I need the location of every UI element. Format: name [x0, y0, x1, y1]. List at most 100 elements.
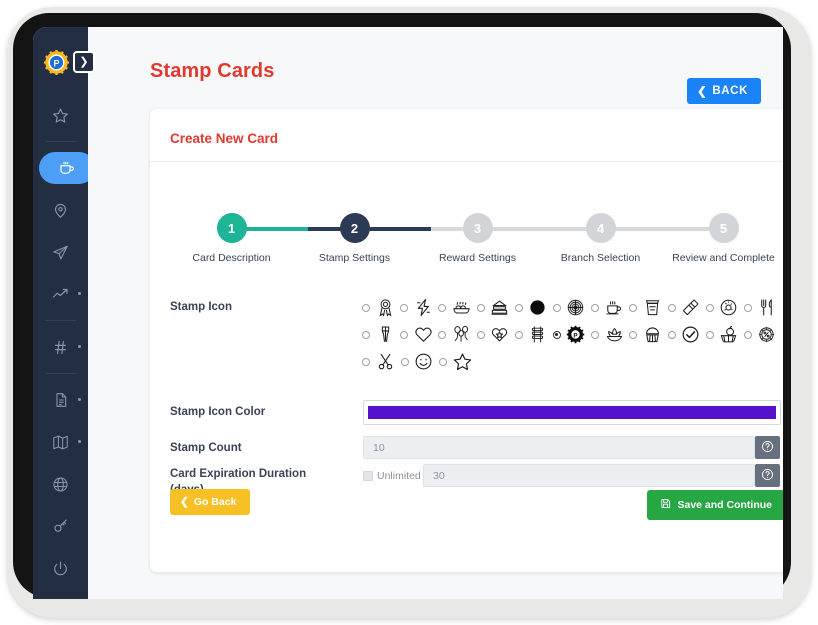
radio-fruit-basket[interactable]: [705, 330, 714, 339]
heart-star-icon: [489, 324, 511, 346]
radio-balloons[interactable]: [438, 330, 447, 339]
radio-star-outline[interactable]: [439, 357, 447, 366]
radio-smiley[interactable]: [400, 357, 409, 366]
sidebar-item-logout[interactable]: [33, 552, 88, 584]
sidebar-item-favorites[interactable]: [33, 99, 88, 131]
radio-comb[interactable]: [667, 303, 676, 312]
svg-text:P: P: [53, 58, 59, 68]
sidebar-item-campaigns[interactable]: [33, 236, 88, 268]
radio-togo-cup[interactable]: [629, 303, 638, 312]
radio-skewer[interactable]: [514, 330, 523, 339]
radio-percent-badge[interactable]: [743, 330, 752, 339]
step-1[interactable]: 1 Card Description: [170, 213, 293, 264]
stamp-icon-option-heart-star[interactable]: [476, 324, 515, 346]
clothespin-icon: [374, 324, 396, 346]
stamp-icon-option-lightning[interactable]: [400, 297, 438, 319]
heart-icon: [412, 324, 434, 346]
hash-icon: [52, 339, 69, 356]
scissors-icon: [374, 351, 396, 373]
radio-cupcake[interactable]: [629, 330, 638, 339]
stamp-icon-option-skewer[interactable]: [514, 324, 553, 346]
radio-heart[interactable]: [400, 330, 409, 339]
back-button[interactable]: ❮ BACK: [687, 78, 761, 104]
radio-coffee-cup-steam[interactable]: [591, 303, 600, 312]
chevron-left-icon: ❮: [697, 86, 708, 98]
sidebar-item-stamp-cards[interactable]: [39, 152, 95, 184]
save-and-continue-button[interactable]: Save and Continue: [647, 490, 783, 520]
stamp-icon-option-donut[interactable]: [705, 297, 744, 319]
step-3[interactable]: 3 Reward Settings: [416, 213, 539, 264]
stamp-icon-option-dartboard[interactable]: [552, 297, 591, 319]
card-expiration-input[interactable]: 30: [423, 464, 755, 487]
stamp-icon-option-togo-cup[interactable]: [629, 297, 667, 319]
unlimited-checkbox-wrap[interactable]: Unlimited: [363, 470, 421, 482]
step-5[interactable]: 5 Review and Complete: [662, 213, 783, 264]
stamp-icon-option-coffee-cup-steam[interactable]: [591, 297, 629, 319]
stamp-icon-option-heart[interactable]: [400, 324, 438, 346]
step-4[interactable]: 4 Branch Selection: [539, 213, 662, 264]
star-outline-icon: [451, 351, 473, 373]
stamp-icon-row-3: [362, 348, 782, 375]
stamp-count-help-button[interactable]: [755, 436, 780, 459]
stamp-icon-option-percent-badge[interactable]: [743, 324, 782, 346]
radio-scissors[interactable]: [362, 357, 370, 366]
radio-heart-star[interactable]: [476, 330, 485, 339]
stamp-icon-option-bread[interactable]: [438, 297, 476, 319]
stamp-icon-option-clothespin[interactable]: [362, 324, 400, 346]
step-3-number: 3: [473, 220, 482, 236]
stamp-icon-color-swatch: [368, 406, 776, 419]
sidebar-divider: [45, 320, 76, 321]
sidebar-item-map[interactable]: [33, 426, 88, 458]
filled-circle-icon: [527, 297, 549, 319]
sidebar-expand-button[interactable]: ❯: [73, 51, 95, 73]
unlimited-checkbox[interactable]: [363, 471, 373, 481]
stamp-icon-option-fruit-basket[interactable]: [705, 324, 744, 346]
stamp-count-input[interactable]: 10: [363, 436, 755, 459]
sidebar-item-permissions[interactable]: [33, 510, 88, 542]
radio-fork-knife[interactable]: [743, 303, 752, 312]
radio-filled-circle[interactable]: [514, 303, 523, 312]
bread-loaf-icon: [450, 297, 472, 319]
radio-lotus[interactable]: [591, 330, 600, 339]
p-badge-logo[interactable]: P: [44, 50, 69, 75]
stamp-icon-option-award-ribbon[interactable]: [362, 297, 400, 319]
stamp-icon-option-filled-circle[interactable]: [514, 297, 553, 319]
stamp-icon-option-fork-knife[interactable]: [743, 297, 782, 319]
stamp-icon-option-cupcake[interactable]: [629, 324, 667, 346]
radio-clothespin[interactable]: [362, 330, 370, 339]
stamp-icon-option-cake[interactable]: [476, 297, 515, 319]
stamp-icon-option-lotus[interactable]: [591, 324, 629, 346]
card-expiration-help-button[interactable]: [755, 464, 780, 487]
sidebar-item-tags[interactable]: [33, 331, 88, 363]
stamp-icon-option-p-logo[interactable]: P: [552, 324, 591, 346]
radio-p-logo[interactable]: [552, 330, 561, 339]
radio-donut[interactable]: [705, 303, 714, 312]
radio-cake[interactable]: [476, 303, 485, 312]
sidebar-item-language[interactable]: [33, 468, 88, 500]
stamp-icon-option-check-circle[interactable]: [667, 324, 706, 346]
sidebar-nav-list: [33, 99, 95, 594]
stamp-icon-option-balloons[interactable]: [438, 324, 476, 346]
sidebar-item-branches[interactable]: [33, 194, 88, 226]
brand-row: P ❯: [33, 46, 95, 78]
radio-award-ribbon[interactable]: [362, 303, 370, 312]
lightning-bolt-icon: [412, 297, 434, 319]
stamp-icon-color-input[interactable]: [363, 400, 781, 425]
step-2[interactable]: 2 Stamp Settings: [293, 213, 416, 264]
step-line-2-3a: [370, 227, 431, 231]
radio-check-circle[interactable]: [667, 330, 676, 339]
step-line-1-2a: [246, 227, 308, 231]
trending-up-icon: [52, 285, 70, 303]
stamp-icon-option-comb[interactable]: [667, 297, 706, 319]
stamp-icon-option-smiley[interactable]: [400, 351, 440, 373]
stamp-icon-option-star-outline[interactable]: [439, 351, 478, 373]
sidebar-item-reports[interactable]: [33, 278, 88, 310]
stamp-icon-option-scissors[interactable]: [362, 351, 401, 373]
radio-bread[interactable]: [438, 303, 447, 312]
radio-lightning[interactable]: [400, 303, 409, 312]
sidebar-item-documents[interactable]: [33, 384, 88, 416]
go-back-button[interactable]: ❮ Go Back: [170, 489, 251, 515]
radio-dartboard[interactable]: [552, 303, 561, 312]
panel-title: Create New Card: [170, 131, 279, 146]
location-pin-icon: [52, 202, 69, 219]
